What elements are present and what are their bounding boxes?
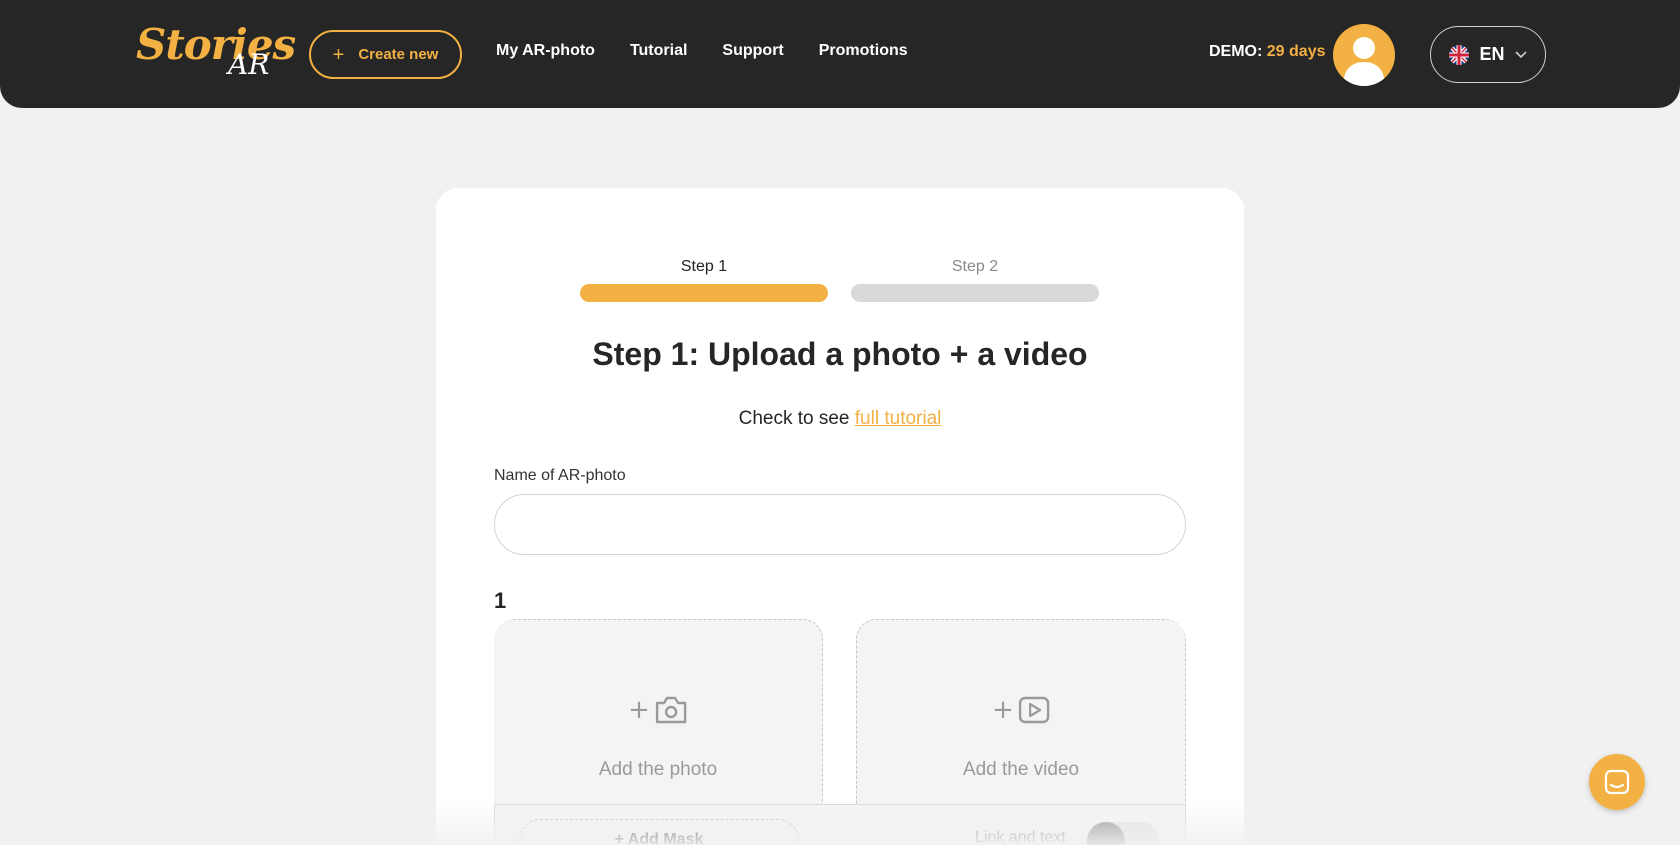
demo-status: DEMO: 29 days [1209, 43, 1326, 61]
ar-photo-name-input[interactable] [494, 494, 1186, 555]
add-video-dropzone[interactable]: + Add the video [856, 619, 1186, 819]
create-new-button[interactable]: + Create new [309, 30, 462, 79]
uk-flag-icon [1449, 44, 1470, 65]
plus-icon: + [992, 695, 1014, 725]
stories-ar-logo[interactable]: Stories AR [136, 20, 296, 84]
video-play-icon [1018, 696, 1050, 724]
create-new-label: Create new [358, 46, 439, 63]
top-navigation-bar: Stories AR + Create new My AR-photo Tuto… [0, 0, 1680, 108]
chevron-down-icon [1514, 50, 1527, 58]
add-photo-icon-group: + [628, 696, 688, 724]
link-and-text-toggle[interactable] [1087, 822, 1159, 845]
chat-icon [1604, 769, 1630, 795]
row-options-strip: + Add Mask Link and text [494, 804, 1186, 845]
nav-support[interactable]: Support [722, 42, 783, 60]
add-photo-label: Add the photo [598, 759, 718, 780]
full-tutorial-link[interactable]: full tutorial [855, 408, 942, 429]
step-1-indicator: Step 1 [580, 258, 828, 302]
tutorial-prefix: Check to see [738, 408, 850, 429]
add-video-icon-group: + [992, 696, 1050, 724]
name-field-label: Name of AR-photo [494, 467, 626, 484]
step-2-indicator: Step 2 [851, 258, 1099, 302]
add-photo-dropzone[interactable]: + Add the photo [494, 619, 823, 819]
add-video-label: Add the video [962, 759, 1080, 780]
step-1-label: Step 1 [680, 258, 728, 275]
link-and-text-label: Link and text [975, 829, 1066, 845]
camera-icon [655, 696, 687, 724]
language-code: EN [1479, 44, 1505, 64]
user-avatar[interactable] [1333, 24, 1395, 86]
step-2-label: Step 2 [951, 258, 999, 275]
nav-my-ar-photo[interactable]: My AR-photo [496, 42, 595, 60]
step-2-bar [851, 284, 1099, 302]
chat-support-button[interactable] [1589, 754, 1645, 810]
nav-tutorial[interactable]: Tutorial [630, 42, 687, 60]
toggle-knob [1087, 822, 1125, 845]
demo-label: DEMO: [1209, 43, 1263, 60]
add-mask-button[interactable]: + Add Mask [519, 819, 799, 845]
language-selector[interactable]: EN [1430, 26, 1546, 83]
plus-icon: + [628, 695, 650, 725]
step-progress: Step 1 Step 2 [580, 258, 1100, 302]
demo-days: 29 days [1266, 43, 1326, 60]
tutorial-hint: Check to see full tutorial [436, 408, 1244, 430]
logo-ar-text: AR [228, 48, 270, 81]
step-1-bar [580, 284, 828, 302]
nav-promotions[interactable]: Promotions [819, 42, 908, 60]
user-silhouette-icon [1343, 37, 1385, 86]
content-row-number: 1 [494, 588, 507, 613]
main-nav: My AR-photo Tutorial Support Promotions [496, 42, 908, 60]
create-ar-card: Step 1 Step 2 Step 1: Upload a photo + a… [436, 188, 1244, 845]
logo-script-text: Stories [136, 20, 296, 69]
plus-icon: + [332, 43, 345, 66]
page-title: Step 1: Upload a photo + a video [592, 336, 1088, 372]
